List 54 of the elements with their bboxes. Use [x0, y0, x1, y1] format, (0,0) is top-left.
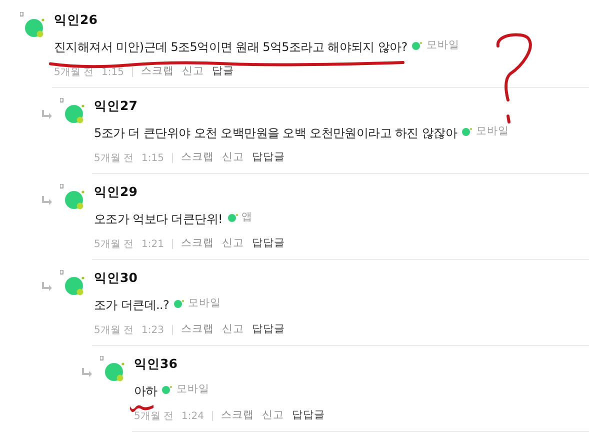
comment-date: 5개월 전 — [94, 238, 134, 252]
comment-text: 아하 — [134, 384, 158, 398]
device-label: 앱 — [242, 210, 253, 226]
comment-text: 조가 더큰데..? — [94, 298, 170, 312]
comment-text: 진지해져서 미안)근데 5조5억이면 원래 5억5조라고 해야되지 않아? — [54, 40, 408, 54]
status-dot-icon — [173, 299, 184, 309]
comment-text: 오조가 억보다 더큰단위! — [94, 212, 223, 226]
comment-text: 5조가 더 큰단위야 오천 오백만원을 오백 오천만원이라고 하진 않잖아 — [94, 126, 458, 140]
device-label: 모바일 — [176, 382, 210, 398]
action-link[interactable]: 신고 — [222, 322, 244, 338]
action-link[interactable]: 신고 — [262, 408, 284, 424]
status-dot-icon — [411, 41, 422, 51]
action-link[interactable]: 스크랩 — [141, 64, 174, 80]
status-dot-icon — [161, 385, 172, 395]
action-link[interactable]: 신고 — [182, 64, 204, 80]
comment-time: 1:15 — [102, 66, 124, 80]
author-name: 익인27 — [94, 97, 138, 115]
reply-arrow-icon — [40, 281, 53, 292]
author-name: 익인30 — [94, 269, 138, 287]
reply-arrow-icon — [40, 195, 53, 206]
avatar-icon — [60, 270, 86, 297]
avatar-icon — [20, 12, 46, 39]
avatar-icon — [60, 98, 86, 125]
action-link[interactable]: 신고 — [222, 150, 244, 166]
reply-link[interactable]: 답답글 — [252, 322, 286, 338]
comment-time: 1:24 — [182, 410, 204, 424]
author-name: 익인29 — [94, 183, 138, 201]
author-name: 익인26 — [54, 11, 98, 29]
comment-date: 5개월 전 — [54, 66, 94, 80]
device-label: 모바일 — [188, 296, 222, 312]
action-link[interactable]: 스크랩 — [181, 236, 214, 252]
action-link[interactable]: 스크랩 — [221, 408, 254, 424]
action-link[interactable]: 신고 — [222, 236, 244, 252]
reply-arrow-icon — [80, 367, 93, 378]
avatar-icon — [60, 184, 86, 211]
reply-arrow-icon — [40, 109, 53, 120]
status-dot-icon — [461, 127, 472, 137]
author-name: 익인36 — [134, 355, 178, 373]
comment-time: 1:15 — [142, 152, 164, 166]
comment-date: 5개월 전 — [94, 324, 134, 338]
status-dot-icon — [226, 213, 238, 223]
avatar-icon — [100, 356, 126, 383]
reply-link[interactable]: 답답글 — [252, 150, 286, 166]
comment-time: 1:23 — [142, 324, 164, 338]
comment-time: 1:21 — [142, 238, 164, 252]
reply-link[interactable]: 답답글 — [252, 236, 286, 252]
reply-link[interactable]: 답답글 — [292, 408, 326, 424]
action-link[interactable]: 스크랩 — [181, 322, 214, 338]
device-label: 모바일 — [426, 38, 460, 54]
reply-link[interactable]: 답글 — [212, 64, 234, 80]
comment-date: 5개월 전 — [94, 152, 134, 166]
action-link[interactable]: 스크랩 — [181, 150, 214, 166]
device-label: 모바일 — [476, 124, 510, 140]
comment-date: 5개월 전 — [134, 410, 174, 424]
